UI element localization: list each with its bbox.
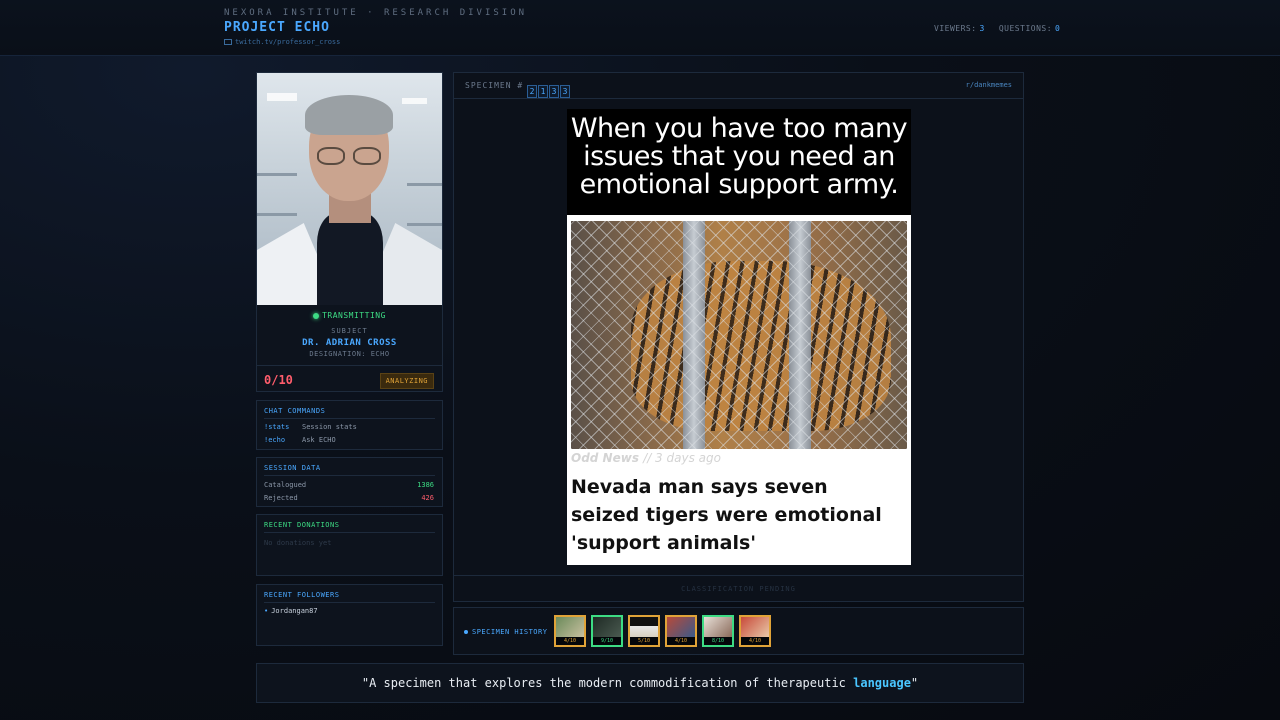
meme-image: When you have too many issues that you n… (567, 109, 911, 565)
specimen-panel: SPECIMEN # 2133 r/dankmemes When you hav… (453, 72, 1024, 602)
questions-label: QUESTIONS: (998, 24, 1053, 33)
subreddit-link[interactable]: r/dankmemes (966, 81, 1012, 89)
thumb-score: 8/10 (704, 637, 732, 645)
donations-empty: No donations yet (264, 539, 332, 547)
questions-count: 0 (1055, 24, 1061, 33)
thumb-score: 4/10 (667, 637, 695, 645)
thumb-score: 4/10 (741, 637, 769, 645)
tv-icon (224, 39, 232, 45)
viewer-stats: VIEWERS: 3 QUESTIONS: 0 (934, 24, 1074, 33)
channel-link[interactable]: twitch.tv/professor_cross (224, 38, 340, 46)
history-thumb[interactable]: 5/10 (628, 615, 660, 647)
command-desc: Session stats (302, 423, 357, 431)
specimen-digit: 1 (538, 85, 548, 98)
history-thumb[interactable]: 8/10 (702, 615, 734, 647)
org-label: NEXORA INSTITUTE · RESEARCH DIVISION (224, 8, 528, 18)
history-label: SPECIMEN HISTORY (464, 628, 547, 636)
live-dot-icon (313, 312, 320, 319)
news-source: Odd News // 3 days ago (571, 451, 721, 465)
subject-designation: DESIGNATION: ECHO (309, 350, 390, 358)
specimen-digit: 3 (560, 85, 570, 98)
tiger-photo (571, 221, 907, 449)
quote-highlight: language (853, 676, 911, 690)
specimen-number: 2133 (527, 79, 571, 98)
followers-title: RECENT FOLLOWERS (264, 591, 340, 599)
current-score: 0/10 (264, 373, 293, 387)
news-age: // 3 days ago (643, 451, 721, 465)
session-data-panel: SESSION DATA Catalogued 1386 Rejected 42… (256, 457, 443, 507)
thumb-score: 9/10 (593, 637, 621, 645)
command-desc: Ask ECHO (302, 436, 336, 444)
top-bar: NEXORA INSTITUTE · RESEARCH DIVISION PRO… (0, 0, 1280, 56)
specimen-quote: "A specimen that explores the modern com… (256, 663, 1024, 703)
specimen-history: SPECIMEN HISTORY 4/10 9/10 5/10 4/10 8/1… (453, 607, 1024, 655)
channel-text: twitch.tv/professor_cross (235, 38, 341, 46)
catalogued-row: Catalogued 1386 (264, 481, 434, 489)
command-name: !echo (264, 436, 286, 444)
viewers-label: VIEWERS: (934, 24, 977, 33)
subject-label: SUBJECT (331, 327, 368, 335)
analyzing-badge: ANALYZING (379, 373, 434, 389)
catalogued-label: Catalogued (264, 481, 307, 489)
command-name: !stats (264, 423, 290, 431)
news-source-name: Odd News (571, 451, 639, 465)
history-label-text: SPECIMEN HISTORY (472, 628, 548, 636)
followers-panel: RECENT FOLLOWERS • Jordangan87 (256, 584, 443, 646)
subject-name: DR. ADRIAN CROSS (302, 338, 397, 348)
thumb-score: 4/10 (556, 637, 584, 645)
specimen-label: SPECIMEN # (465, 81, 524, 90)
chat-commands-title: CHAT COMMANDS (264, 407, 326, 415)
transmitting-status: TRANSMITTING (257, 311, 442, 320)
history-thumb[interactable]: 9/10 (591, 615, 623, 647)
classification-status: CLASSIFICATION PENDING (454, 575, 1023, 601)
rejected-label: Rejected (264, 494, 298, 502)
command-row: !echo Ask ECHO (264, 436, 434, 444)
subject-photo (257, 73, 442, 305)
subject-card: TRANSMITTING SUBJECT DR. ADRIAN CROSS DE… (256, 72, 443, 392)
score-row: 0/10 ANALYZING (257, 365, 442, 391)
chat-commands-panel: CHAT COMMANDS !stats Session stats !echo A… (256, 400, 443, 450)
catalogued-value: 1386 (417, 481, 434, 489)
quote-text: "A specimen that explores the modern com… (361, 676, 854, 690)
history-dot-icon (464, 630, 468, 634)
history-thumb[interactable]: 4/10 (665, 615, 697, 647)
donations-title: RECENT DONATIONS (264, 521, 340, 529)
history-thumb[interactable]: 4/10 (554, 615, 586, 647)
project-title: PROJECT ECHO (224, 20, 330, 35)
specimen-digit: 2 (527, 85, 537, 98)
quote-end: " (910, 676, 919, 690)
command-row: !stats Session stats (264, 423, 434, 431)
donations-panel: RECENT DONATIONS No donations yet (256, 514, 443, 576)
thumb-score: 5/10 (630, 637, 658, 645)
rejected-row: Rejected 426 (264, 494, 434, 502)
news-headline: Nevada man says seven seized tigers were… (571, 476, 882, 554)
meme-caption: When you have too many issues that you n… (567, 109, 911, 215)
rejected-value: 426 (421, 494, 434, 502)
status-text: TRANSMITTING (322, 311, 386, 320)
session-data-title: SESSION DATA (264, 464, 321, 472)
history-thumb[interactable]: 4/10 (739, 615, 771, 647)
specimen-digit: 3 (549, 85, 559, 98)
follower-name: Jordangan87 (271, 607, 318, 615)
follower-item: • Jordangan87 (264, 607, 434, 615)
specimen-header: SPECIMEN # 2133 r/dankmemes (454, 73, 1023, 99)
follower-bullet-icon: • (264, 607, 269, 615)
viewers-count: 3 (979, 24, 985, 33)
